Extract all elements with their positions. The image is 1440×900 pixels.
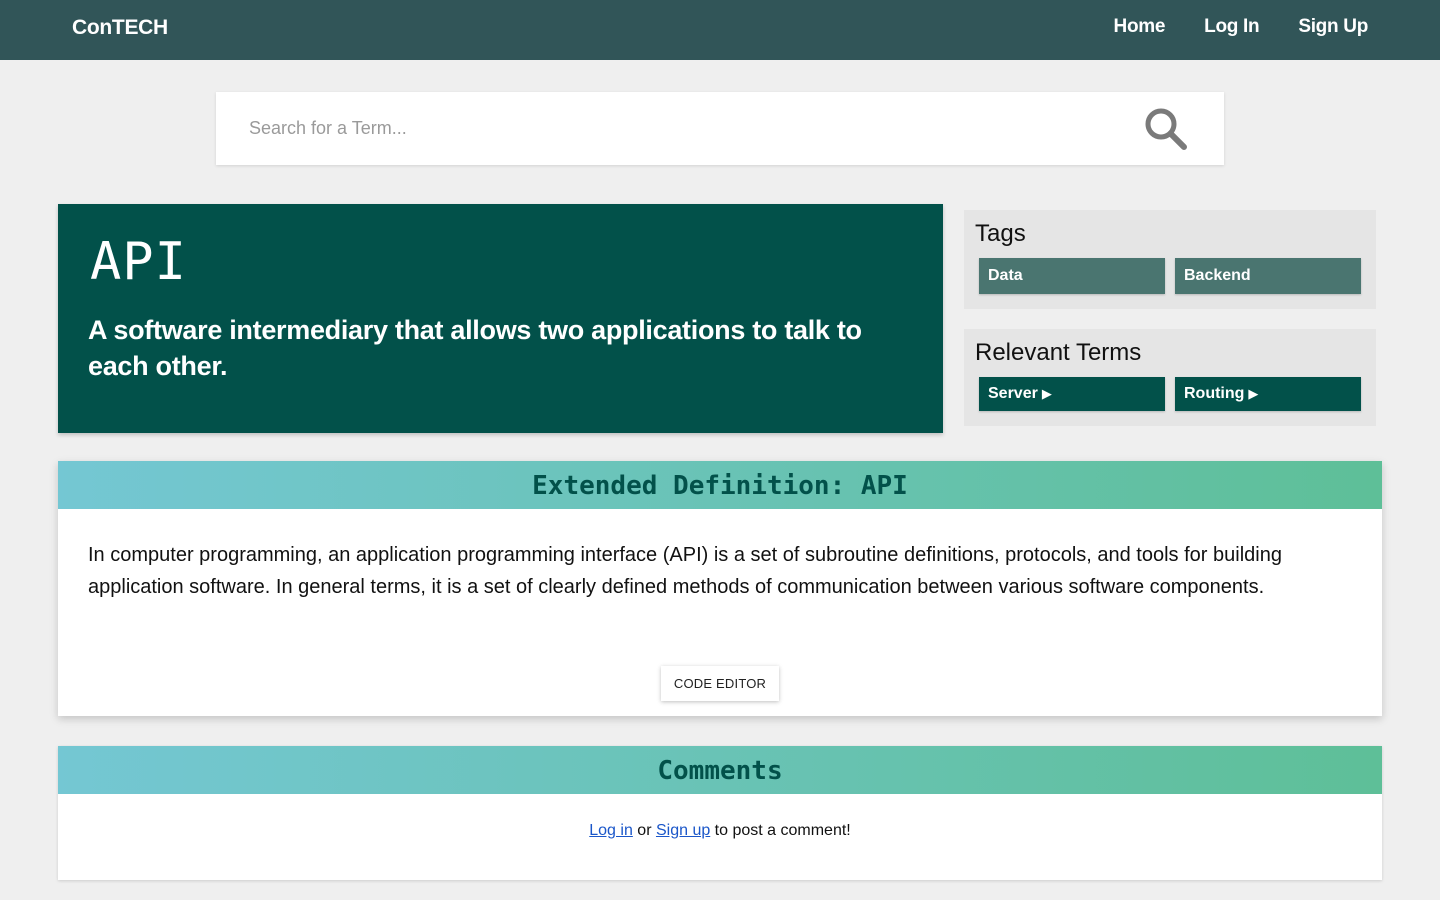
relevant-term-routing[interactable]: Routing ▶ bbox=[1175, 377, 1361, 411]
comments-title: Comments bbox=[657, 756, 783, 786]
play-arrow-icon: ▶ bbox=[1041, 386, 1052, 401]
relevant-term-server[interactable]: Server ▶ bbox=[979, 377, 1165, 411]
nav-links: Home Log In Sign Up bbox=[1114, 16, 1369, 38]
term-summary: A software intermediary that allows two … bbox=[88, 315, 862, 381]
extended-definition-text: In computer programming, an application … bbox=[88, 544, 1282, 598]
extended-definition-title: Extended Definition: API bbox=[532, 471, 908, 501]
code-editor-button[interactable]: CODE EDITOR bbox=[661, 666, 779, 701]
extended-definition-header: Extended Definition: API bbox=[58, 461, 1382, 509]
nav-signup-link[interactable]: Sign Up bbox=[1298, 16, 1368, 38]
comments-card: Comments Log in or Sign up to post a com… bbox=[58, 746, 1382, 880]
comments-login-link[interactable]: Log in bbox=[589, 822, 633, 839]
comments-prompt: Log in or Sign up to post a comment! bbox=[58, 822, 1382, 840]
search-icon bbox=[1145, 108, 1187, 150]
comments-suffix-text: to post a comment! bbox=[710, 822, 851, 839]
tag-chip-backend[interactable]: Backend bbox=[1175, 258, 1361, 294]
relevant-term-label: Server bbox=[988, 385, 1038, 402]
tags-panel: Tags Data Backend bbox=[964, 210, 1376, 309]
relevant-term-label: Routing bbox=[1184, 385, 1245, 402]
relevant-terms-panel: Relevant Terms Server ▶ Routing ▶ bbox=[964, 329, 1376, 426]
comments-header: Comments bbox=[58, 746, 1382, 794]
comments-or-text: or bbox=[632, 822, 656, 839]
tags-heading: Tags bbox=[975, 220, 1026, 247]
comments-signup-link[interactable]: Sign up bbox=[656, 822, 710, 839]
nav-home-link[interactable]: Home bbox=[1114, 16, 1166, 38]
term-title: API bbox=[90, 232, 187, 292]
brand-logo[interactable]: ConTECH bbox=[72, 16, 168, 40]
extended-definition-card: Extended Definition: API In computer pro… bbox=[58, 461, 1382, 716]
term-card: API A software intermediary that allows … bbox=[58, 204, 943, 433]
tag-chip-data[interactable]: Data bbox=[979, 258, 1165, 294]
relevant-terms-heading: Relevant Terms bbox=[975, 339, 1142, 366]
search-input[interactable] bbox=[216, 92, 1116, 165]
search-box bbox=[216, 92, 1224, 165]
search-button[interactable] bbox=[1136, 102, 1196, 156]
navbar: ConTECH Home Log In Sign Up bbox=[0, 0, 1440, 60]
nav-login-link[interactable]: Log In bbox=[1204, 16, 1259, 38]
play-arrow-icon: ▶ bbox=[1248, 386, 1259, 401]
